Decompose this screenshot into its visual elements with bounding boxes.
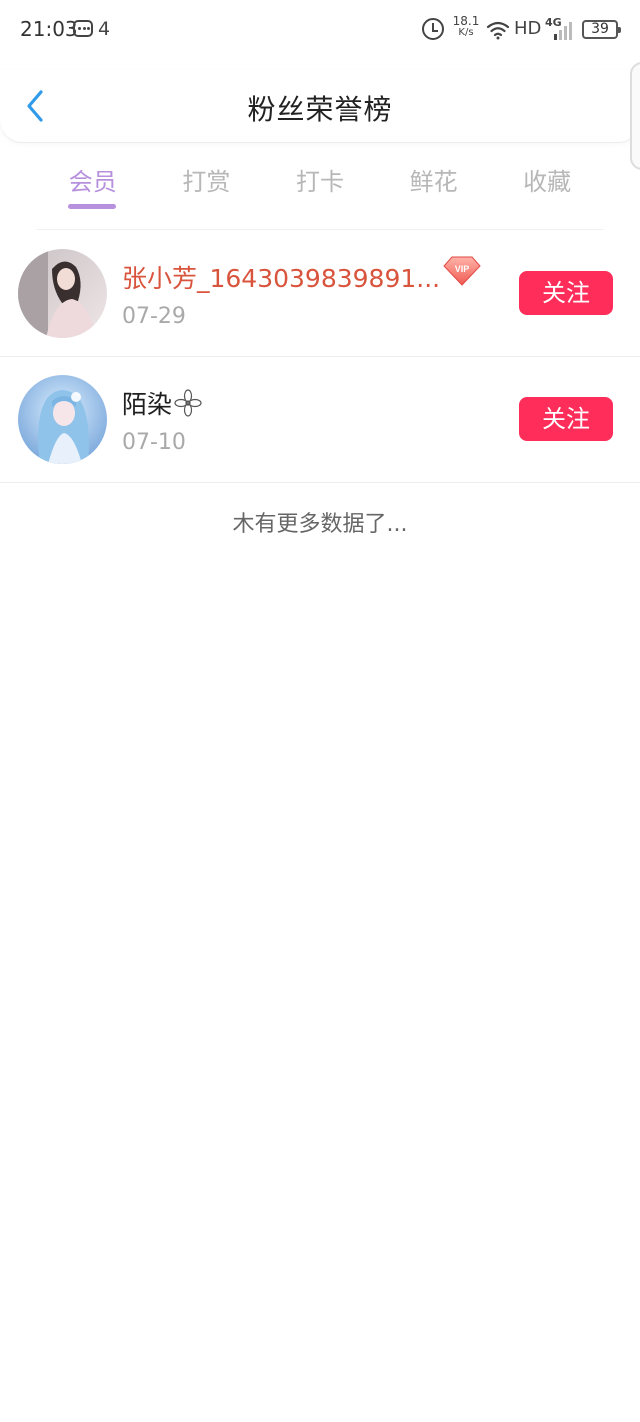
follow-button[interactable]: 关注 bbox=[519, 271, 613, 315]
tab-active-indicator bbox=[68, 204, 116, 209]
tab-flower[interactable]: 鲜花 bbox=[377, 150, 491, 208]
wifi-icon bbox=[486, 21, 510, 40]
avatar[interactable] bbox=[18, 375, 107, 464]
fan-name-text: 陌染 bbox=[122, 390, 173, 419]
list-item[interactable]: 张小芳_1643039839891... VIP 07-29 关注 bbox=[0, 231, 640, 357]
net-speed: 18.1 K/s bbox=[452, 15, 480, 39]
battery-indicator: 39 bbox=[582, 20, 621, 39]
net-speed-unit: K/s bbox=[458, 27, 474, 38]
tab-favorite[interactable]: 收藏 bbox=[490, 150, 604, 208]
fan-date: 07-10 bbox=[122, 430, 186, 455]
tab-bar: 会员 打赏 打卡 鲜花 收藏 bbox=[36, 150, 604, 209]
signal-icon bbox=[554, 22, 572, 40]
no-more-data-text: 木有更多数据了... bbox=[232, 512, 408, 537]
status-bar: 21:03 4 18.1 K/s HD 4G 39 bbox=[0, 0, 640, 60]
net-speed-value: 18.1 bbox=[452, 14, 480, 28]
tab-checkin[interactable]: 打卡 bbox=[263, 150, 377, 208]
alarm-icon bbox=[422, 18, 444, 40]
nav-bar: 粉丝荣誉榜 bbox=[0, 70, 640, 142]
tab-label: 打卡 bbox=[295, 168, 344, 196]
tab-label: 打赏 bbox=[182, 168, 231, 196]
tab-label: 会员 bbox=[68, 168, 117, 196]
avatar-image bbox=[18, 249, 107, 338]
list-item[interactable]: 陌染 07-10 关注 bbox=[0, 357, 640, 483]
fan-name[interactable]: 陌染 bbox=[122, 385, 202, 421]
tab-label: 鲜花 bbox=[409, 168, 458, 196]
vip-diamond-icon: VIP bbox=[443, 256, 481, 286]
hd-label: HD bbox=[514, 18, 542, 39]
tab-member[interactable]: 会员 bbox=[36, 150, 150, 209]
message-icon bbox=[73, 20, 93, 37]
avatar-image bbox=[18, 375, 107, 464]
page-title: 粉丝荣誉榜 bbox=[247, 93, 393, 126]
tab-label: 收藏 bbox=[523, 168, 572, 196]
notification-count: 4 bbox=[98, 18, 111, 40]
follow-button[interactable]: 关注 bbox=[519, 397, 613, 441]
tabs-divider bbox=[36, 229, 604, 230]
tab-reward[interactable]: 打赏 bbox=[150, 150, 264, 208]
fan-name[interactable]: 张小芳_1643039839891... bbox=[122, 259, 440, 295]
fan-date: 07-29 bbox=[122, 304, 186, 329]
status-time: 21:03 bbox=[20, 17, 78, 41]
avatar[interactable] bbox=[18, 249, 107, 338]
svg-text:VIP: VIP bbox=[455, 264, 470, 274]
side-edge-handle[interactable] bbox=[630, 62, 640, 170]
flower-icon bbox=[174, 389, 202, 417]
